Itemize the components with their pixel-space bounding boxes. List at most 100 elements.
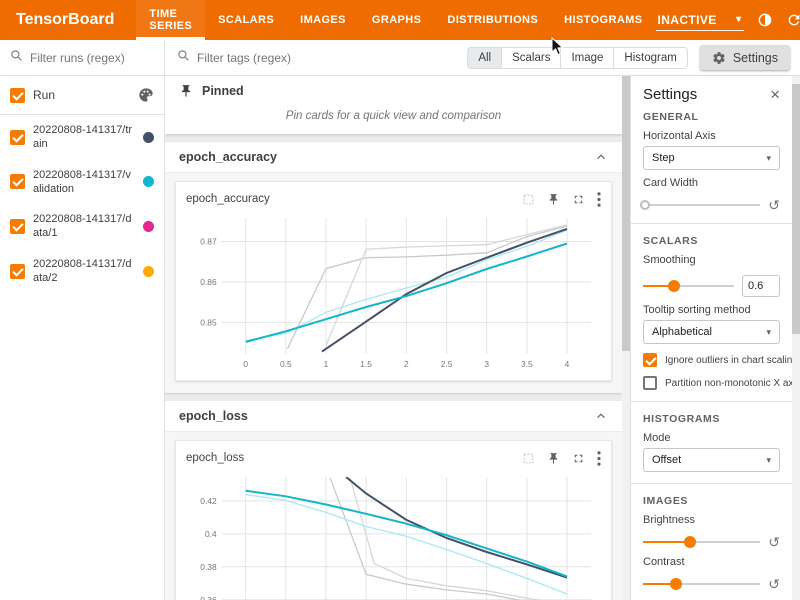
partition-x-axis-checkbox[interactable] [643,376,657,390]
run-checkbox-data-2[interactable] [10,264,25,279]
fullscreen-icon[interactable] [572,452,585,465]
run-name: 20220808-141317/data/2 [33,257,135,286]
kebab-menu-icon[interactable] [597,192,601,207]
refresh-icon[interactable] [786,12,800,28]
svg-text:0.36: 0.36 [200,595,217,600]
svg-text:0.4: 0.4 [205,529,217,539]
run-color-dot[interactable] [143,266,154,277]
main-nav: TIME SERIES SCALARS IMAGES GRAPHS DISTRI… [136,0,655,40]
epoch-loss-chart[interactable]: 00.511.522.533.540.360.380.40.42 [186,469,601,600]
fit-domain-icon[interactable] [522,452,535,465]
svg-text:4: 4 [565,359,570,369]
select-all-runs-checkbox[interactable] [10,88,25,103]
scrollbar-thumb[interactable] [622,76,630,351]
scalars-heading: SCALARS [643,235,780,247]
gear-icon [712,51,726,65]
pin-icon[interactable] [547,193,560,206]
run-checkbox-validation[interactable] [10,174,25,189]
runs-sidebar: Run 20220808-141317/train 20220808-14131… [0,76,165,600]
smoothing-label: Smoothing [643,254,780,266]
card-width-reset-icon[interactable]: ↺ [768,198,780,212]
settings-title: Settings [643,86,697,103]
brightness-reset-icon[interactable]: ↺ [768,535,780,549]
tab-images[interactable]: IMAGES [287,0,359,40]
fit-domain-icon[interactable] [522,193,535,206]
section-body: epoch_loss 00.511.522.533.540.360.380.40… [165,431,622,600]
card-header: epoch_loss [186,447,601,469]
app-title: TensorBoard [0,0,136,40]
section-epoch-accuracy: epoch_accuracy epoch_accuracy [165,142,622,393]
histograms-heading: HISTOGRAMS [643,413,780,425]
status-label: INACTIVE [658,13,717,27]
run-color-dot[interactable] [143,132,154,143]
contrast-reset-icon[interactable]: ↺ [768,577,780,591]
scrollbar-thumb[interactable] [792,84,800,334]
filter-runs-box [0,40,165,75]
section-header[interactable]: epoch_loss [165,401,622,431]
theme-toggle-icon[interactable] [757,12,773,28]
section-body: epoch_accuracy 00.511.522.533.540.850.86… [165,172,622,393]
horizontal-axis-select[interactable]: Step ▾ [643,146,780,170]
chevron-up-icon[interactable] [594,409,608,423]
contrast-slider[interactable] [643,583,760,585]
filter-scalars-button[interactable]: Scalars [501,47,561,69]
palette-icon[interactable] [138,87,154,103]
run-color-dot[interactable] [143,221,154,232]
pin-icon [179,84,193,98]
chevron-up-icon[interactable] [594,150,608,164]
chevron-down-icon: ▾ [736,14,741,25]
chevron-down-icon: ▾ [766,455,771,466]
fullscreen-icon[interactable] [572,193,585,206]
section-title: epoch_accuracy [179,150,277,164]
tooltip-sorting-select[interactable]: Alphabetical ▾ [643,320,780,344]
pinned-hint-text: Pin cards for a quick view and compariso… [165,106,622,134]
run-color-dot[interactable] [143,176,154,187]
smoothing-value-input[interactable] [742,275,780,297]
filter-histogram-button[interactable]: Histogram [613,47,687,69]
smoothing-slider[interactable] [643,285,734,287]
epoch-accuracy-chart[interactable]: 00.511.522.533.540.850.860.87 [186,210,601,372]
section-header[interactable]: epoch_accuracy [165,142,622,172]
svg-text:0.42: 0.42 [200,496,217,506]
general-heading: GENERAL [643,111,780,123]
histogram-mode-select[interactable]: Offset ▾ [643,448,780,472]
partition-x-axis-text: Partition non-monotonic X axis [665,378,792,389]
run-checkbox-data-1[interactable] [10,219,25,234]
partition-x-axis-label: Partition non-monotonic X axis i [665,378,792,389]
card-title: epoch_accuracy [186,193,270,205]
chevron-down-icon: ▾ [766,153,771,164]
card-width-slider[interactable] [643,204,760,206]
filter-toolbar: All Scalars Image Histogram Settings [0,40,800,76]
tab-scalars[interactable]: SCALARS [205,0,287,40]
tooltip-sorting-label: Tooltip sorting method [643,304,780,316]
kebab-menu-icon[interactable] [597,451,601,466]
filter-runs-input[interactable] [30,51,154,65]
settings-panel: Settings × GENERAL Horizontal Axis Step … [630,76,792,600]
pin-icon[interactable] [547,452,560,465]
search-icon [177,49,190,67]
settings-scrollbar[interactable] [792,76,800,600]
filter-all-button[interactable]: All [467,47,502,69]
filter-tags-box [165,40,467,75]
svg-text:2: 2 [404,359,409,369]
ignore-outliers-checkbox[interactable] [643,353,657,367]
run-checkbox-train[interactable] [10,130,25,145]
settings-button[interactable]: Settings [700,45,790,70]
filter-tags-input[interactable] [197,51,455,65]
tab-distributions[interactable]: DISTRIBUTIONS [434,0,551,40]
chevron-down-icon: ▾ [766,327,771,338]
reload-status-select[interactable]: INACTIVE ▾ [656,10,744,31]
run-row-data-1: 20220808-141317/data/1 [0,204,164,249]
close-icon[interactable]: × [770,86,780,103]
tag-type-filter-group: All Scalars Image Histogram [467,40,688,75]
tab-time-series[interactable]: TIME SERIES [136,0,205,40]
main-scrollbar[interactable] [622,76,630,600]
svg-text:1.5: 1.5 [360,359,372,369]
svg-text:0.87: 0.87 [200,236,217,246]
tab-histograms[interactable]: HISTOGRAMS [551,0,655,40]
brightness-slider[interactable] [643,541,760,543]
tab-graphs[interactable]: GRAPHS [359,0,434,40]
tooltip-sorting-value: Alphabetical [652,326,712,338]
svg-text:3: 3 [484,359,489,369]
filter-image-button[interactable]: Image [560,47,614,69]
